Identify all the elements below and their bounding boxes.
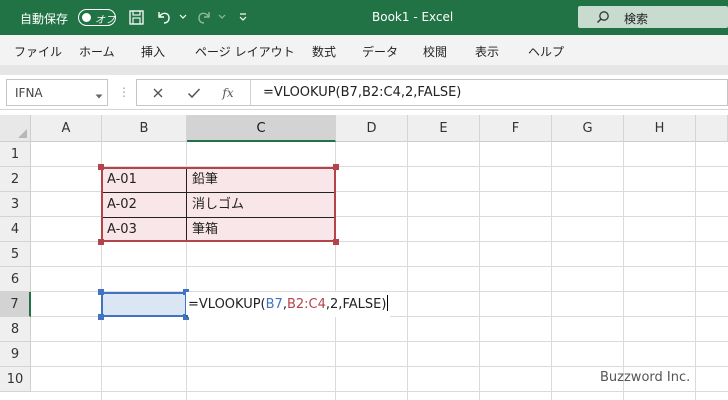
search-icon — [596, 10, 610, 27]
cell-b3[interactable]: A-02 — [102, 192, 186, 217]
save-icon[interactable] — [127, 8, 145, 26]
gridline — [407, 142, 408, 400]
redo-dropdown-icon[interactable] — [213, 8, 231, 26]
row-header-2[interactable]: 2 — [0, 167, 31, 192]
name-box-value: IFNA — [15, 86, 43, 100]
tab-home[interactable]: ホーム — [79, 43, 115, 60]
formula-bar-divider — [250, 80, 251, 105]
autosave-toggle[interactable]: オフ — [78, 9, 116, 26]
undo-dropdown-icon[interactable] — [174, 8, 192, 26]
tab-view[interactable]: 表示 — [475, 43, 499, 60]
column-header-i[interactable] — [696, 115, 728, 142]
worksheet-grid[interactable]: A B C D E F G H 1 2 3 4 5 6 7 8 9 10 A-0… — [0, 115, 728, 400]
search-box[interactable]: 検索 — [578, 6, 728, 28]
row-header-4[interactable]: 4 — [0, 217, 31, 242]
toggle-knob — [82, 13, 91, 22]
gridline — [695, 142, 696, 400]
tab-review[interactable]: 校閲 — [423, 43, 447, 60]
formula-rest: ,2,FALSE) — [325, 297, 387, 312]
select-all-icon — [18, 129, 27, 138]
row-header-1[interactable]: 1 — [0, 142, 31, 167]
customize-toolbar-icon[interactable] — [234, 8, 252, 26]
column-header-b[interactable]: B — [102, 115, 187, 142]
column-header-a[interactable]: A — [31, 115, 102, 142]
undo-icon[interactable] — [155, 8, 173, 26]
tab-insert[interactable]: 挿入 — [141, 43, 165, 60]
cell-b7-reference[interactable] — [101, 292, 187, 317]
cell-c2[interactable]: 鉛筆 — [187, 167, 335, 192]
cell-c3[interactable]: 消しゴム — [187, 192, 335, 217]
row-header-6[interactable]: 6 — [0, 267, 31, 292]
row-header-7[interactable]: 7 — [0, 292, 31, 317]
select-all-button[interactable] — [0, 115, 31, 142]
formula-prefix: =VLOOKUP( — [188, 297, 266, 312]
gridline — [551, 142, 552, 400]
cancel-icon[interactable] — [149, 85, 167, 101]
formula-input[interactable]: =VLOOKUP(B7,B2:C4,2,FALSE) — [263, 85, 461, 100]
title-bar: 自動保存 オフ Book1 - Excel 検索 — [0, 0, 728, 35]
formula-ref-range: B2:C4 — [286, 297, 326, 312]
tab-data[interactable]: データ — [362, 43, 398, 60]
column-header-c[interactable]: C — [187, 115, 336, 142]
cell-b2[interactable]: A-01 — [102, 167, 186, 192]
row-header-3[interactable]: 3 — [0, 192, 31, 217]
tab-formulas[interactable]: 数式 — [312, 43, 336, 60]
gridline — [623, 142, 624, 400]
gridline — [479, 142, 480, 400]
row-header-5[interactable]: 5 — [0, 242, 31, 267]
search-label: 検索 — [624, 12, 649, 26]
reference-resize-handle[interactable] — [98, 314, 104, 320]
cell-b4[interactable]: A-03 — [102, 217, 186, 242]
name-box[interactable]: IFNA — [6, 79, 108, 106]
ribbon-collapsed-area — [0, 65, 728, 75]
watermark: Buzzword Inc. — [600, 370, 691, 385]
row-header-9[interactable]: 9 — [0, 342, 31, 367]
tab-file[interactable]: ファイル — [14, 43, 62, 60]
cell-c4[interactable]: 筆箱 — [187, 217, 335, 242]
tab-page-layout[interactable]: ページ レイアウト — [195, 43, 295, 60]
formula-row: IFNA ⋮ fx =VLOOKUP(B7,B2:C4,2,FALSE) — [0, 75, 728, 110]
redo-icon[interactable] — [195, 8, 213, 26]
column-header-f[interactable]: F — [480, 115, 552, 142]
document-title: Book1 - Excel — [372, 10, 454, 24]
column-header-g[interactable]: G — [552, 115, 624, 142]
row-header-8[interactable]: 8 — [0, 317, 31, 342]
ribbon-tabs: ファイル ホーム 挿入 ページ レイアウト 数式 データ 校閲 表示 ヘルプ — [0, 35, 728, 65]
autosave-state: オフ — [95, 15, 115, 26]
cell-c7-editor[interactable]: =VLOOKUP(B7,B2:C4,2,FALSE) — [188, 292, 391, 317]
formula-bar-resize-handle[interactable]: ⋮ — [118, 85, 130, 99]
row-header-10[interactable]: 10 — [0, 367, 31, 392]
enter-icon[interactable] — [185, 85, 203, 101]
tab-help[interactable]: ヘルプ — [528, 43, 564, 60]
autosave-label: 自動保存 — [20, 12, 69, 26]
column-header-d[interactable]: D — [336, 115, 408, 142]
column-header-h[interactable]: H — [624, 115, 696, 142]
insert-function-icon[interactable]: fx — [219, 85, 237, 101]
text-caret — [387, 295, 389, 311]
reference-resize-handle[interactable] — [98, 289, 104, 295]
formula-bar: fx =VLOOKUP(B7,B2:C4,2,FALSE) — [136, 79, 728, 106]
column-header-e[interactable]: E — [408, 115, 480, 142]
name-box-dropdown-icon[interactable] — [95, 89, 103, 103]
formula-ref-b7: B7 — [265, 297, 283, 312]
